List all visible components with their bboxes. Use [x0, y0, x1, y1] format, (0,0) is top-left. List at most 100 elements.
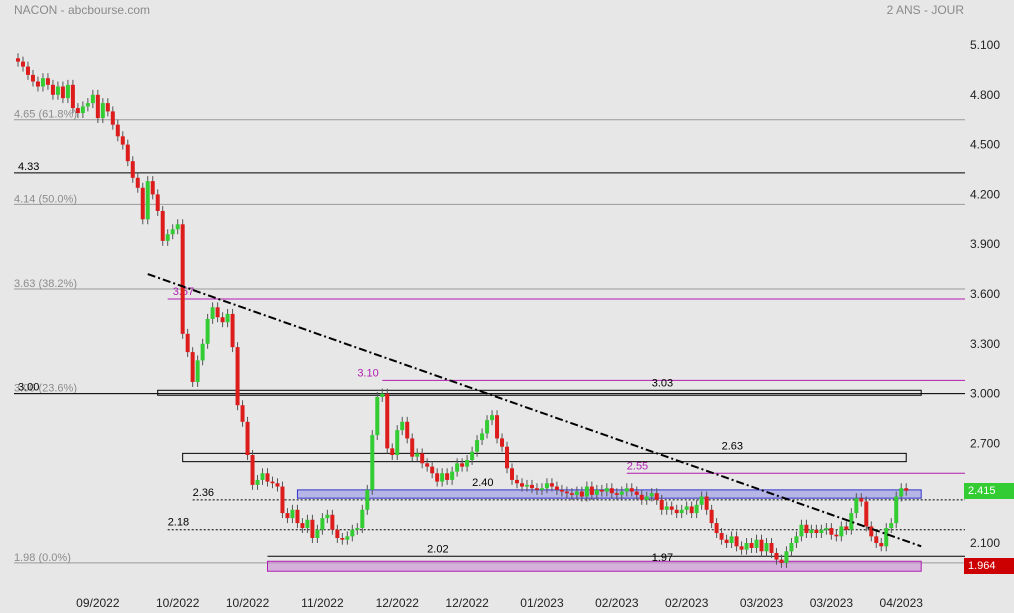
- candle-body: [639, 494, 644, 500]
- price-chart: 5.1004.8004.5004.2003.9003.6003.3003.000…: [14, 38, 1000, 610]
- support-line-label: 4.33: [18, 161, 39, 173]
- price-zone: [296, 489, 922, 499]
- candle-body: [574, 491, 579, 495]
- candle-body: [864, 501, 869, 527]
- candle-body: [145, 181, 150, 220]
- candle-body: [45, 78, 50, 85]
- candle-body: [240, 405, 245, 422]
- candle-body: [400, 421, 405, 431]
- candle-body: [280, 486, 285, 514]
- candle-body: [16, 58, 20, 62]
- candle-body: [604, 488, 609, 492]
- candle-body: [554, 486, 559, 490]
- candle-body: [60, 86, 65, 99]
- y-tick-label: 2.100: [970, 536, 1000, 550]
- candle-body: [599, 489, 604, 492]
- candle-body: [455, 463, 460, 472]
- candle-body: [390, 448, 395, 456]
- x-tick-label: 04/2023: [880, 596, 924, 610]
- candle-body: [120, 136, 125, 145]
- candle-body: [794, 536, 799, 543]
- candle-body: [629, 488, 634, 492]
- price-zone-label: 2.63: [722, 441, 743, 453]
- candle-body: [115, 124, 120, 137]
- candle-body: [684, 506, 689, 510]
- candle-body: [440, 473, 445, 482]
- candle-body: [614, 493, 619, 495]
- candle-body: [779, 559, 784, 563]
- candle-body: [40, 78, 45, 87]
- candle-body: [534, 488, 539, 490]
- candle-body: [385, 393, 390, 449]
- trend-line: [147, 273, 922, 548]
- candle-body: [739, 546, 744, 550]
- candle-body: [609, 488, 614, 494]
- resistance-line-label: 3.10: [357, 367, 378, 379]
- x-tick-label: 10/2022: [156, 596, 200, 610]
- candle-body: [315, 529, 320, 539]
- candle-body: [25, 66, 30, 75]
- candle-body: [654, 493, 659, 500]
- candle-body: [175, 224, 180, 230]
- candle-body: [734, 536, 739, 547]
- candle-body: [834, 534, 839, 537]
- candle-body: [460, 463, 465, 467]
- candle-body: [465, 460, 470, 467]
- x-tick-label: 10/2022: [226, 596, 270, 610]
- candle-body: [405, 421, 410, 439]
- candle-body: [744, 543, 749, 550]
- candle-body: [569, 493, 574, 495]
- candle-body: [789, 543, 794, 552]
- candle-body: [764, 543, 769, 552]
- candle-body: [894, 496, 899, 524]
- price-zone: [157, 389, 922, 396]
- candle-body: [320, 518, 325, 530]
- candle-body: [420, 453, 425, 464]
- candle-body: [819, 529, 824, 534]
- candle-body: [380, 393, 385, 397]
- candle-body: [759, 539, 764, 552]
- candle-body: [255, 479, 260, 485]
- candle-body: [549, 483, 554, 487]
- candle-body: [70, 84, 75, 109]
- candle-body: [265, 473, 270, 482]
- candle-body: [664, 506, 669, 510]
- candle-body: [370, 435, 375, 490]
- candle-body: [754, 539, 759, 548]
- y-tick-label: 3.600: [970, 287, 1000, 301]
- candle-body: [589, 486, 594, 495]
- candle-body: [300, 523, 305, 529]
- candle-body: [260, 473, 265, 480]
- support-line-label: 3.00: [18, 382, 39, 394]
- candle-body: [190, 352, 195, 382]
- y-tick-label: 3.300: [970, 337, 1000, 351]
- candle-body: [884, 528, 889, 547]
- candle-body: [200, 343, 205, 361]
- candle-body: [490, 415, 495, 421]
- candle-body: [275, 483, 280, 487]
- candle-body: [50, 84, 55, 95]
- candle-body: [829, 528, 834, 535]
- candle-body: [809, 529, 814, 534]
- price-zone-label: 3.03: [652, 378, 673, 390]
- candle-body: [724, 539, 729, 543]
- candle-body: [75, 108, 80, 114]
- candle-body: [195, 360, 200, 382]
- candle-body: [879, 543, 884, 547]
- candle-body: [65, 84, 70, 99]
- price-zone-label: 2.40: [472, 477, 493, 489]
- y-tick-label: 3.000: [970, 387, 1000, 401]
- candle-body: [100, 103, 105, 119]
- x-tick-label: 02/2023: [595, 596, 639, 610]
- candle-body: [594, 489, 599, 495]
- candle-body: [235, 347, 240, 406]
- candle-body: [644, 496, 649, 500]
- candle-body: [619, 491, 624, 495]
- candle-body: [475, 440, 480, 452]
- dotted-level-label: 2.36: [193, 487, 214, 499]
- candle-body: [165, 234, 170, 241]
- candle-body: [649, 493, 654, 497]
- candle-body: [325, 514, 330, 519]
- candle-body: [904, 488, 909, 491]
- candle-body: [95, 94, 100, 119]
